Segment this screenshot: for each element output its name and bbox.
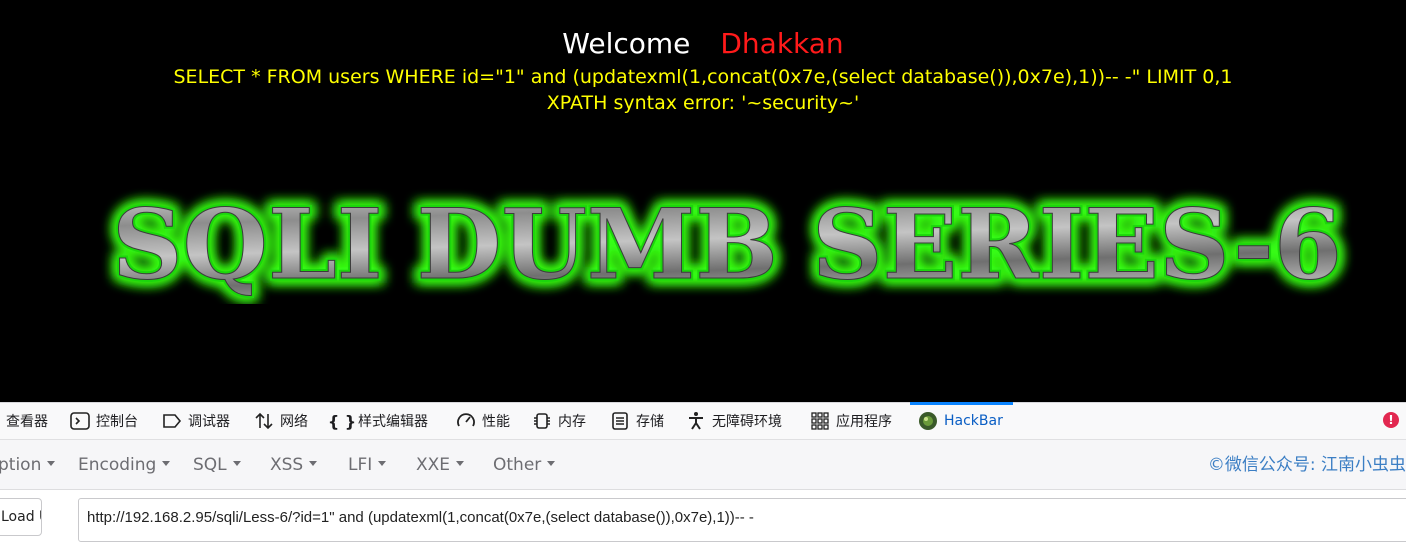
welcome-line: Welcome Dhakkan xyxy=(0,26,1406,62)
chevron-down-icon xyxy=(547,460,556,466)
menu-label: LFI xyxy=(348,455,373,475)
menu-other[interactable]: Other xyxy=(493,440,556,490)
performance-icon xyxy=(456,411,476,431)
tab-label: 性能 xyxy=(482,414,510,430)
tab-storage[interactable]: 存储 xyxy=(610,403,664,439)
sql-query-text: SELECT * FROM users WHERE id="1" and (up… xyxy=(173,66,1233,88)
hackbar-url-row: Load URL http://192.168.2.95/sqli/Less-6… xyxy=(0,490,1406,542)
menu-sql[interactable]: SQL xyxy=(193,440,241,490)
tab-network[interactable]: 网络 xyxy=(254,403,308,439)
tab-performance[interactable]: 性能 xyxy=(456,403,510,439)
application-icon xyxy=(810,411,830,431)
tab-accessibility[interactable]: 无障碍环境 xyxy=(686,403,782,439)
menu-xss[interactable]: XSS xyxy=(270,440,318,490)
menu-label: ption xyxy=(0,455,42,475)
tab-label: 调试器 xyxy=(188,414,230,430)
menu-label: XSS xyxy=(270,455,304,475)
load-url-button[interactable]: Load URL xyxy=(0,498,42,536)
menu-encoding[interactable]: Encoding xyxy=(78,440,171,490)
chevron-down-icon xyxy=(47,460,56,466)
tab-debugger[interactable]: 调试器 xyxy=(162,403,230,439)
hackbar-menu-bar: ption Encoding SQL XSS LFI XXE Other ©微信… xyxy=(0,440,1406,490)
welcome-text: Welcome xyxy=(562,27,691,60)
menu-xxe[interactable]: XXE xyxy=(416,440,465,490)
tab-style-editor[interactable]: { } 样式编辑器 xyxy=(327,403,428,439)
tab-label: 查看器 xyxy=(6,414,48,430)
style-editor-icon: { } xyxy=(327,411,357,431)
chevron-down-icon xyxy=(378,460,387,466)
tab-console[interactable]: 控制台 xyxy=(70,403,138,439)
devtools-toolbar: 查看器 控制台 调试器 网络 { } 样式编辑器 性能 内存 存储 无障碍环境 … xyxy=(0,402,1406,440)
chevron-down-icon xyxy=(162,460,171,466)
tab-label: HackBar xyxy=(944,413,1003,429)
username-text: Dhakkan xyxy=(720,27,844,60)
chevron-down-icon xyxy=(232,460,241,466)
storage-icon xyxy=(610,411,630,431)
console-icon xyxy=(70,411,90,431)
menu-lfi[interactable]: LFI xyxy=(348,440,387,490)
menu-label: Encoding xyxy=(78,455,157,475)
chevron-down-icon xyxy=(456,460,465,466)
debugger-icon xyxy=(162,411,182,431)
tab-label: 无障碍环境 xyxy=(712,414,782,430)
hackbar-icon xyxy=(918,411,938,431)
web-page-content: Welcome Dhakkan SELECT * FROM users WHERE… xyxy=(0,0,1406,402)
tab-label: 网络 xyxy=(280,414,308,430)
browser-window: Welcome Dhakkan SELECT * FROM users WHERE… xyxy=(0,0,1406,542)
menu-label: Other xyxy=(493,455,542,475)
sqli-dumb-series-banner: SQLI DUMB SERIES-6 SQLI DUMB SERIES-6 SQ… xyxy=(107,186,1347,304)
banner-metal-text: SQLI DUMB SERIES-6 xyxy=(112,188,1342,301)
tab-label: 存储 xyxy=(636,414,664,430)
tab-label: 控制台 xyxy=(96,414,138,430)
tab-label: 样式编辑器 xyxy=(358,414,428,430)
tab-label: 内存 xyxy=(558,414,586,430)
accessibility-icon xyxy=(686,411,706,431)
menu-option[interactable]: ption xyxy=(0,440,56,490)
xpath-error-text: XPATH syntax error: '~security~' xyxy=(546,92,860,114)
menu-label: SQL xyxy=(193,455,227,475)
memory-icon xyxy=(532,411,552,431)
chevron-down-icon xyxy=(309,460,318,466)
tab-label: 应用程序 xyxy=(836,414,892,430)
tab-application[interactable]: 应用程序 xyxy=(810,403,892,439)
network-icon xyxy=(254,411,274,431)
error-count-icon[interactable]: ! xyxy=(1383,412,1399,428)
wechat-watermark: ©微信公众号: 江南小虫虫 xyxy=(1207,455,1406,475)
tab-memory[interactable]: 内存 xyxy=(532,403,586,439)
url-input[interactable]: http://192.168.2.95/sqli/Less-6/?id=1" a… xyxy=(78,498,1406,542)
tab-hackbar[interactable]: HackBar xyxy=(910,402,1013,439)
menu-label: XXE xyxy=(416,455,451,475)
tab-inspector[interactable]: 查看器 xyxy=(6,403,48,439)
